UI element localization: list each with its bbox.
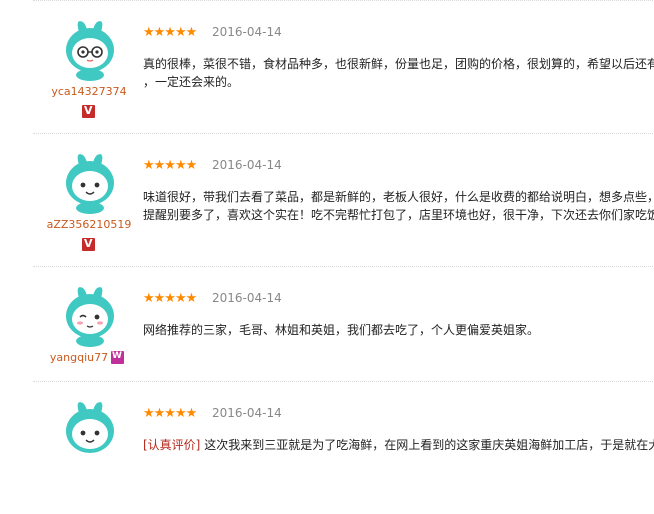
review-item: yangqiu77 ★★★★★ 2016-04-14 网络推荐的三家，毛哥、林姐… — [33, 266, 654, 399]
username-link[interactable]: yca14327374 — [33, 85, 145, 98]
review-date: 2016-04-14 — [212, 406, 282, 420]
review-text-line: 网络推荐的三家，毛哥、林姐和英姐，我们都去吃了，个人更偏爱英姐家。 — [143, 323, 540, 337]
review-text-line: 提醒别要多了，喜欢这个实在！吃不完帮忙打包了，店里环境也好，很干净，下次还去你们… — [143, 208, 654, 222]
review-item: yca14327374 ★★★★★ 2016-04-14 真的很棒，菜很不错，食… — [33, 0, 654, 133]
avatar[interactable] — [61, 399, 119, 463]
vip-badge-icon — [82, 237, 95, 251]
review-item: ★★★★★ 2016-04-14 [认真评价] 这次我来到三亚就是为了吃海鲜，在… — [33, 381, 654, 514]
review-date: 2016-04-14 — [212, 25, 282, 39]
review-text: 味道很好，带我们去看了菜品，都是新鲜的，老板人很好，什么是收费的都给说明白，想多… — [143, 188, 654, 224]
review-item: aZZ356210519 ★★★★★ 2016-04-14 味道很好，带我们去看… — [33, 133, 654, 266]
username-link[interactable]: aZZ356210519 — [33, 218, 145, 231]
review-text: 网络推荐的三家，毛哥、林姐和英姐，我们都去吃了，个人更偏爱英姐家。 — [143, 321, 654, 339]
rating-stars-icon: ★★★★★ — [143, 25, 197, 40]
review-date: 2016-04-14 — [212, 158, 282, 172]
avatar[interactable] — [61, 284, 119, 348]
rating-stars-icon: ★★★★★ — [143, 406, 197, 421]
vip-badge-icon — [82, 104, 95, 118]
review-text: [认真评价] 这次我来到三亚就是为了吃海鲜，在网上看到的这家重庆英姐海鲜加工店，… — [143, 436, 654, 454]
review-text: 真的很棒，菜很不错，食材品种多，也很新鲜，份量也足，团购的价格，很划算的，希望以… — [143, 55, 654, 91]
avatar[interactable] — [61, 151, 119, 215]
rating-stars-icon: ★★★★★ — [143, 291, 197, 306]
review-text-line: 味道很好，带我们去看了菜品，都是新鲜的，老板人很好，什么是收费的都给说明白，想多… — [143, 190, 654, 204]
member-badge-icon — [111, 351, 124, 364]
review-text-line: 真的很棒，菜很不错，食材品种多，也很新鲜，份量也足，团购的价格，很划算的，希望以… — [143, 57, 654, 71]
review-date: 2016-04-14 — [212, 291, 282, 305]
review-tag[interactable]: [认真评价] — [143, 438, 200, 452]
rating-stars-icon: ★★★★★ — [143, 158, 197, 173]
review-text-line: 这次我来到三亚就是为了吃海鲜，在网上看到的这家重庆英姐海鲜加工店，于是就在大 — [200, 438, 654, 452]
avatar[interactable] — [61, 18, 119, 82]
review-text-line: ，一定还会来的。 — [143, 75, 240, 89]
